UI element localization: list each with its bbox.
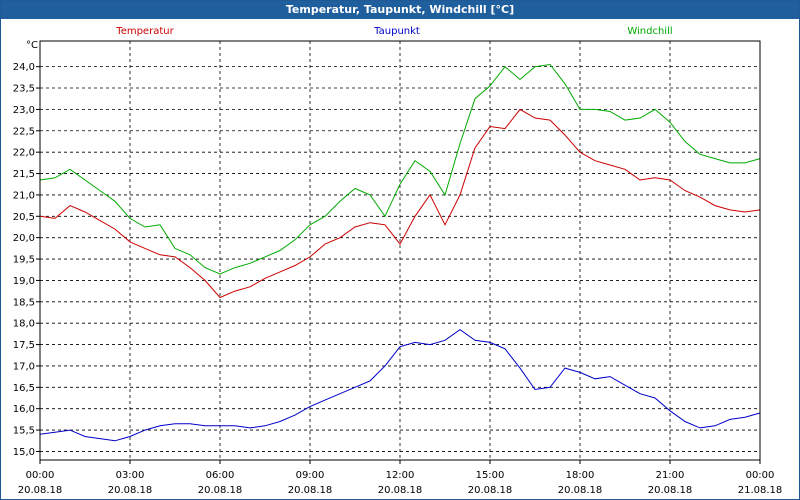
y-tick-label: 18,0 (13, 319, 35, 330)
y-tick-label: 22,0 (13, 148, 35, 159)
legend-taupunkt: Taupunkt (373, 26, 420, 37)
x-tick-time: 00:00 (26, 470, 55, 481)
x-tick-date: 20.08.18 (198, 485, 243, 496)
x-tick-time: 00:00 (746, 470, 775, 481)
x-tick-date: 20.08.18 (378, 485, 423, 496)
x-tick-time: 09:00 (296, 470, 325, 481)
y-tick-label: 16,0 (13, 404, 35, 415)
x-tick-time: 18:00 (566, 470, 595, 481)
x-tick-time: 21:00 (656, 470, 685, 481)
x-tick-date: 20.08.18 (108, 485, 153, 496)
y-tick-label: 21,5 (13, 169, 35, 180)
x-tick-date: 20.08.18 (558, 485, 603, 496)
x-tick-time: 15:00 (476, 470, 505, 481)
x-tick-date: 20.08.18 (468, 485, 513, 496)
y-tick-label: 20,5 (13, 212, 35, 223)
legend-temperatur: Temperatur (115, 26, 174, 37)
y-tick-label: 19,0 (13, 276, 35, 287)
x-tick-date: 20.08.18 (18, 485, 63, 496)
legend-windchill: Windchill (627, 26, 672, 37)
x-axis-ticks: 00:00 20.08.18 03:00 20.08.18 06:00 20.08.18 0… (18, 470, 783, 496)
x-tick-date: 20.08.18 (288, 485, 333, 496)
y-tick-label: 20,0 (13, 233, 35, 244)
y-tick-label: 18,5 (13, 297, 35, 308)
y-tick-label: 23,5 (13, 84, 35, 95)
x-tick-date: 21.08.18 (738, 485, 783, 496)
x-tick-time: 03:00 (116, 470, 145, 481)
grid (36, 41, 761, 464)
chart-canvas: 15,0 15,5 16,0 16,5 17,0 17,5 18,0 18,5 19,0 19,5… (13, 26, 783, 496)
x-tick-date: 20.08.18 (648, 485, 693, 496)
y-tick-label: 17,5 (13, 340, 35, 351)
legend: Temperatur Taupunkt Windchill (115, 26, 672, 37)
y-tick-label: 21,0 (13, 190, 35, 201)
y-tick-label: 16,5 (13, 383, 35, 394)
y-tick-label: 15,5 (13, 426, 35, 437)
y-tick-label: 24,0 (13, 62, 35, 73)
y-tick-label: 15,0 (13, 447, 35, 458)
x-tick-time: 12:00 (386, 470, 415, 481)
y-tick-label: 22,5 (13, 126, 35, 137)
y-axis-ticks: 15,0 15,5 16,0 16,5 17,0 17,5 18,0 18,5 19,0 19,5… (13, 62, 35, 458)
y-tick-label: 19,5 (13, 255, 35, 266)
y-axis-label: °C (26, 40, 38, 51)
y-tick-label: 23,0 (13, 105, 35, 116)
x-tick-time: 06:00 (206, 470, 235, 481)
y-tick-label: 17,0 (13, 361, 35, 372)
